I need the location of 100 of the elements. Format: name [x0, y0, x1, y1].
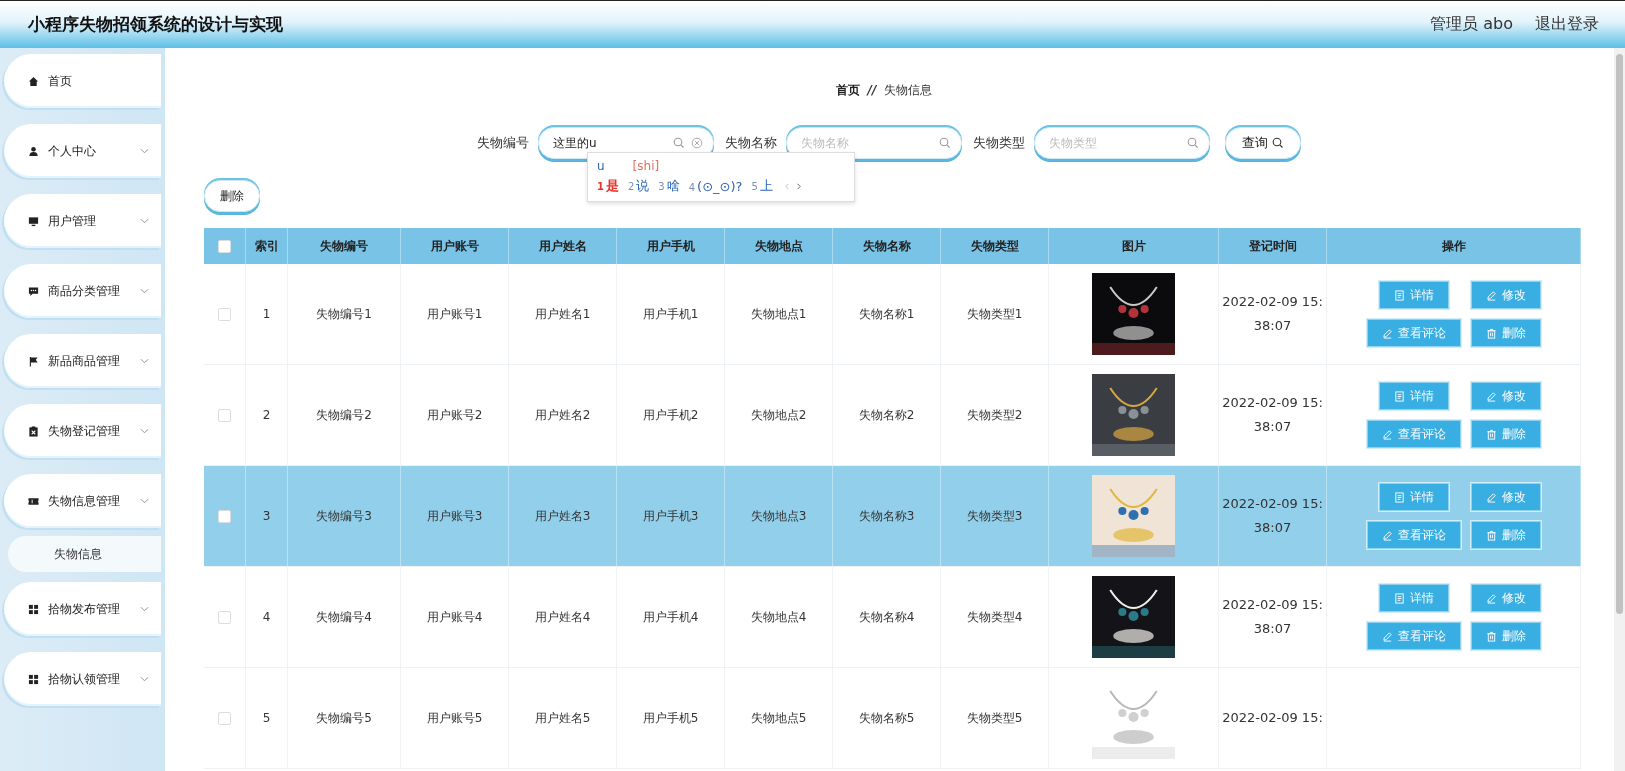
table-cell: 失物名称3 [858, 507, 915, 525]
pencil-icon [1381, 630, 1393, 642]
search-icon [1187, 137, 1199, 149]
flag-icon [28, 355, 39, 367]
table-cell: 用户账号4 [426, 608, 483, 626]
query-button[interactable]: 查询 [1225, 127, 1301, 159]
sidebar-item[interactable]: 用户管理 [4, 194, 161, 248]
field-label: 失物名称 [725, 134, 777, 152]
pencil-icon [1485, 592, 1497, 604]
ime-candidate[interactable]: 5 上 [751, 177, 773, 195]
pencil-icon [1381, 327, 1393, 339]
table-cell: 用户姓名1 [534, 305, 591, 323]
ime-candidate[interactable]: 4(⊙_⊙)? [688, 178, 743, 194]
search-field[interactable]: 失物类型 [1034, 127, 1210, 159]
table-cell: 失物地点4 [750, 608, 807, 626]
sidebar-item[interactable]: 个人中心 [4, 124, 161, 178]
table-cell: 失物编号4 [316, 608, 372, 626]
table-row[interactable]: 2 失物编号2 用户账号2 用户姓名2 用户手机2 失物地点2 失物名称2 失物类型2 2022-02-09 15: 38:07 详情 修改 查看评论 删除 [204, 365, 1581, 466]
table-cell: 失物名称1 [858, 305, 915, 323]
row-checkbox[interactable] [218, 509, 231, 523]
table-row[interactable]: 3 失物编号3 用户账号3 用户姓名3 用户手机3 失物地点3 失物名称3 失物类型3 2022-02-09 15: 38:07 详情 修改 查看评论 删除 [204, 466, 1581, 567]
table-cell: 失物编号2 [316, 406, 372, 424]
table-row[interactable]: 1 失物编号1 用户账号1 用户姓名1 用户手机1 失物地点1 失物名称1 失物类型1 2022-02-09 15: 38:07 详情 修改 查看评论 删除 [204, 264, 1581, 365]
breadcrumb-home[interactable]: 首页 [835, 81, 860, 99]
app-title: 小程序失物招领系统的设计与实现 [28, 13, 283, 36]
column-header: 用户姓名 [509, 228, 617, 264]
pencil-icon [1381, 529, 1393, 541]
sidebar-item[interactable]: 新品商品管理 [4, 334, 161, 388]
table-cell: 用户手机5 [642, 709, 699, 727]
pencil-icon [1485, 390, 1497, 402]
ime-candidate[interactable]: 3 啥 [658, 177, 680, 195]
monitor-icon [28, 215, 39, 227]
column-header: 失物地点 [725, 228, 833, 264]
table-cell: 用户账号5 [426, 709, 483, 727]
chevron-icon [140, 288, 149, 294]
table-cell: 失物编号3 [316, 507, 372, 525]
table-cell: 2 [262, 408, 271, 422]
table-cell: 5 [262, 711, 271, 725]
field-label: 失物编号 [477, 134, 529, 152]
document-icon [1393, 390, 1405, 402]
home-icon [28, 75, 39, 87]
delete-button[interactable]: 删除 [204, 180, 260, 212]
table-row[interactable]: 4 失物编号4 用户账号4 用户姓名4 用户手机4 失物地点4 失物名称4 失物类型4 2022-02-09 15: 38:07 详情 修改 查看评论 删除 [204, 567, 1581, 668]
document-icon [1393, 592, 1405, 604]
document-icon [1393, 491, 1405, 503]
breadcrumb-separator: // [867, 83, 877, 97]
search-input[interactable]: 失物名称 [799, 135, 933, 151]
ime-candidate[interactable]: 1是 [597, 177, 619, 195]
pencil-icon [1485, 289, 1497, 301]
table-cell: 用户姓名4 [534, 608, 591, 626]
sidebar-item[interactable]: 失物登记管理 [4, 404, 161, 458]
sidebar-label: 拾物发布管理 [48, 600, 121, 618]
row-checkbox[interactable] [218, 307, 231, 321]
table-cell: 失物名称5 [858, 709, 915, 727]
table-cell: 失物地点2 [750, 406, 807, 424]
column-header: 图片 [1049, 228, 1219, 264]
chevron-icon [140, 218, 149, 224]
grid-icon [28, 603, 39, 615]
document-icon [1393, 289, 1405, 301]
sidebar-item[interactable]: 拾物认领管理 [4, 652, 161, 706]
sidebar-label: 失物登记管理 [48, 422, 121, 440]
chat-icon [28, 285, 39, 297]
sidebar-label: 首页 [48, 72, 73, 90]
row-checkbox[interactable] [218, 610, 231, 624]
sidebar-item[interactable]: 首页 [4, 54, 161, 108]
table-cell: 失物名称2 [858, 406, 915, 424]
search-input[interactable]: 这里的u [551, 135, 667, 151]
scrollbar[interactable] [1614, 48, 1625, 771]
table-cell: 用户账号1 [426, 305, 483, 323]
search-icon [1272, 137, 1284, 149]
table-cell: 4 [262, 610, 271, 624]
search-icon [939, 137, 951, 149]
clear-icon[interactable] [691, 137, 703, 149]
search-input[interactable]: 失物类型 [1047, 135, 1181, 151]
sidebar-label: 新品商品管理 [48, 352, 121, 370]
table-cell: 用户手机1 [642, 305, 699, 323]
column-header: 失物名称 [833, 228, 941, 264]
trash-icon [1485, 630, 1497, 642]
sidebar-item[interactable]: 失物信息管理 [4, 474, 161, 528]
row-checkbox[interactable] [218, 711, 231, 725]
logout-link[interactable]: 退出登录 [1535, 14, 1599, 35]
sidebar-label: 商品分类管理 [48, 282, 121, 300]
table-cell: 用户手机2 [642, 406, 699, 424]
ime-candidate[interactable]: 2说 [627, 177, 650, 195]
chevron-icon [140, 606, 149, 612]
field-label: 失物类型 [973, 134, 1025, 152]
row-checkbox[interactable] [218, 408, 231, 422]
sidebar-label: 拾物认领管理 [48, 670, 121, 688]
column-header: 索引 [246, 228, 288, 264]
table-row[interactable]: 5 失物编号5 用户账号5 用户姓名5 用户手机5 失物地点5 失物名称5 失物类型5 2022-02-09 15: [204, 668, 1581, 769]
select-all-checkbox[interactable] [218, 239, 231, 253]
clipboard-icon [28, 425, 39, 437]
grid-icon [28, 673, 39, 685]
sidebar-subitem[interactable]: 失物信息 [8, 536, 161, 572]
sidebar-item[interactable]: 商品分类管理 [4, 264, 161, 318]
search-icon [673, 137, 685, 149]
sidebar-item[interactable]: 拾物发布管理 [4, 582, 161, 636]
column-header: 用户账号 [401, 228, 509, 264]
search-field[interactable]: 失物名称 [786, 127, 962, 159]
sidebar-label: 失物信息管理 [48, 492, 121, 510]
